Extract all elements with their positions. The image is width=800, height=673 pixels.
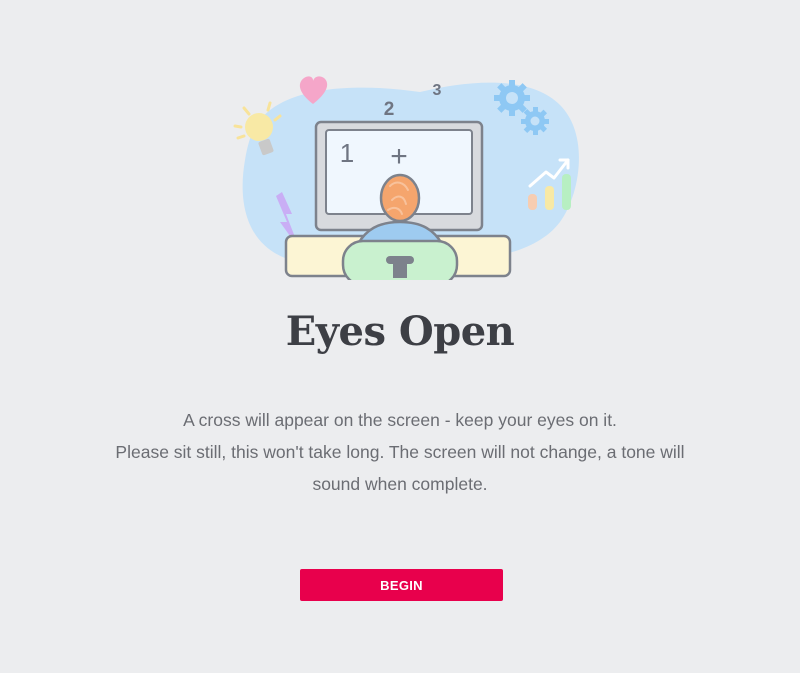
floating-number-2: 2 xyxy=(384,99,395,120)
screen-number-1: 1 xyxy=(340,138,354,168)
instructions: A cross will appear on the screen - keep… xyxy=(100,404,700,500)
chair xyxy=(341,239,459,280)
begin-button[interactable]: BEGIN xyxy=(300,569,503,601)
instruction-line-1: A cross will appear on the screen - keep… xyxy=(183,410,617,430)
instruction-line-2: Please sit still, this won't take long. … xyxy=(115,442,685,494)
meditation-illustration: 2 3 1 + xyxy=(233,76,579,280)
fixation-cross: + xyxy=(390,140,408,173)
floating-number-3: 3 xyxy=(433,82,442,99)
page-title: Eyes Open xyxy=(285,308,515,355)
